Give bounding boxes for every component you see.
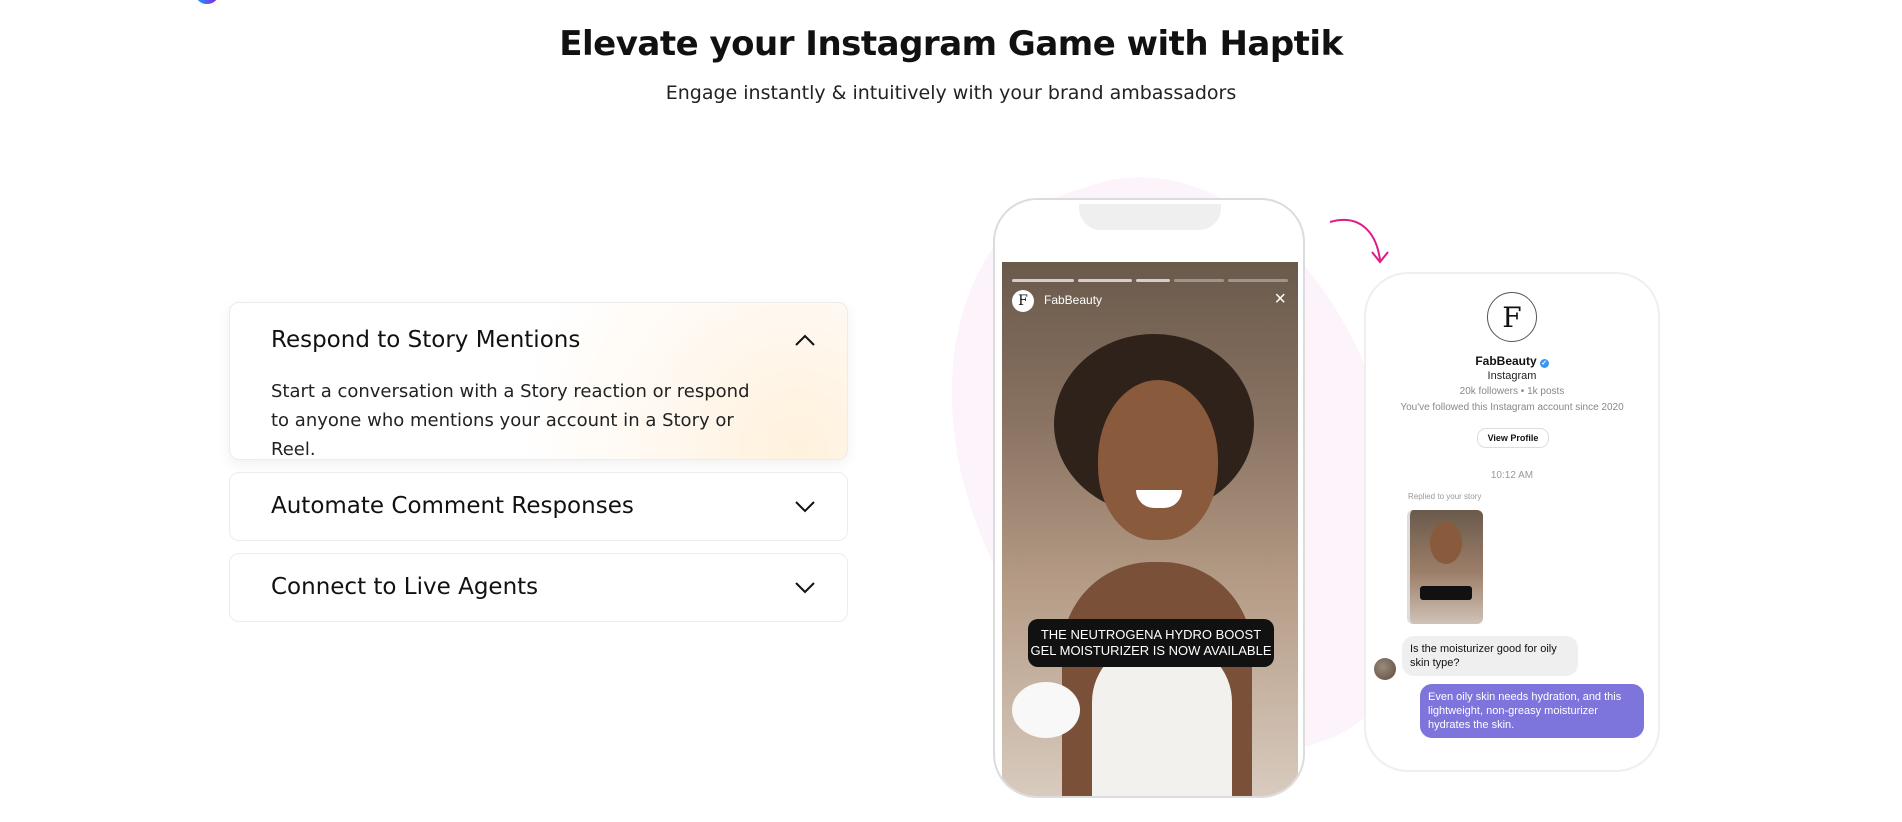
accordion-title[interactable]: Respond to Story Mentions <box>271 327 580 353</box>
replied-to-story-label: Replied to your story <box>1408 492 1482 501</box>
accordion-item-live-agents[interactable]: Connect to Live Agents <box>229 553 848 622</box>
curved-arrow-icon <box>1329 219 1389 264</box>
story-caption: THE NEUTROGENA HYDRO BOOST GEL MOISTURIZ… <box>1028 619 1274 667</box>
profile-stats: 20k followers • 1k posts <box>1459 386 1565 397</box>
profile-follow-since: You've followed this Instagram account s… <box>1400 402 1624 413</box>
phone-notch <box>1079 204 1221 230</box>
story-reply-thumbnail[interactable] <box>1407 510 1483 624</box>
sender-avatar <box>1374 658 1396 680</box>
story-image: F FabBeauty × THE NEUTROGENA HYDRO BOOST… <box>1002 262 1298 796</box>
chevron-down-icon[interactable] <box>793 500 817 514</box>
accordion-title[interactable]: Automate Comment Responses <box>271 493 634 519</box>
incoming-message-bubble: Is the moisturizer good for oily skin ty… <box>1402 636 1578 676</box>
profile-avatar: F <box>1487 292 1537 342</box>
profile-name: FabBeauty <box>1475 354 1537 368</box>
accordion-item-comment-responses[interactable]: Automate Comment Responses <box>229 472 848 541</box>
story-phone-mockup: F FabBeauty × THE NEUTROGENA HYDRO BOOST… <box>993 198 1305 798</box>
profile-name-row: FabBeauty ✓ <box>1366 354 1658 368</box>
accordion-body: Start a conversation with a Story reacti… <box>271 381 750 460</box>
story-username: FabBeauty <box>1044 293 1103 307</box>
message-timestamp: 10:12 AM <box>1490 470 1534 481</box>
moisturizer-jar <box>1012 682 1080 738</box>
close-icon[interactable]: × <box>1274 288 1286 311</box>
view-profile-button[interactable]: View Profile <box>1477 428 1549 448</box>
brand-logo-fragment <box>196 0 218 4</box>
story-progress-segment <box>1136 279 1170 282</box>
verified-badge-icon: ✓ <box>1539 359 1549 368</box>
chevron-up-icon[interactable] <box>793 333 817 347</box>
profile-platform: Instagram <box>1487 370 1537 382</box>
dm-phone-mockup: F FabBeauty ✓ Instagram 20k followers • 1… <box>1364 272 1660 772</box>
story-progress-segment <box>1174 279 1224 282</box>
story-progress-segment <box>1078 279 1132 282</box>
section-subtitle: Engage instantly & intuitively with your… <box>665 82 1237 104</box>
accordion-title[interactable]: Connect to Live Agents <box>271 574 538 600</box>
accordion-item-story-mentions[interactable]: Respond to Story Mentions Start a conver… <box>229 302 848 460</box>
story-avatar: F <box>1012 290 1034 312</box>
outgoing-message-bubble: Even oily skin needs hydration, and this… <box>1420 684 1644 738</box>
story-progress-segment <box>1012 279 1074 282</box>
section-title: Elevate your Instagram Game with Haptik <box>559 24 1343 64</box>
thumbnail-caption <box>1420 586 1472 600</box>
story-progress-segment <box>1228 279 1288 282</box>
model-face <box>1098 380 1218 540</box>
chevron-down-icon[interactable] <box>793 581 817 595</box>
thumbnail-face <box>1430 522 1462 564</box>
